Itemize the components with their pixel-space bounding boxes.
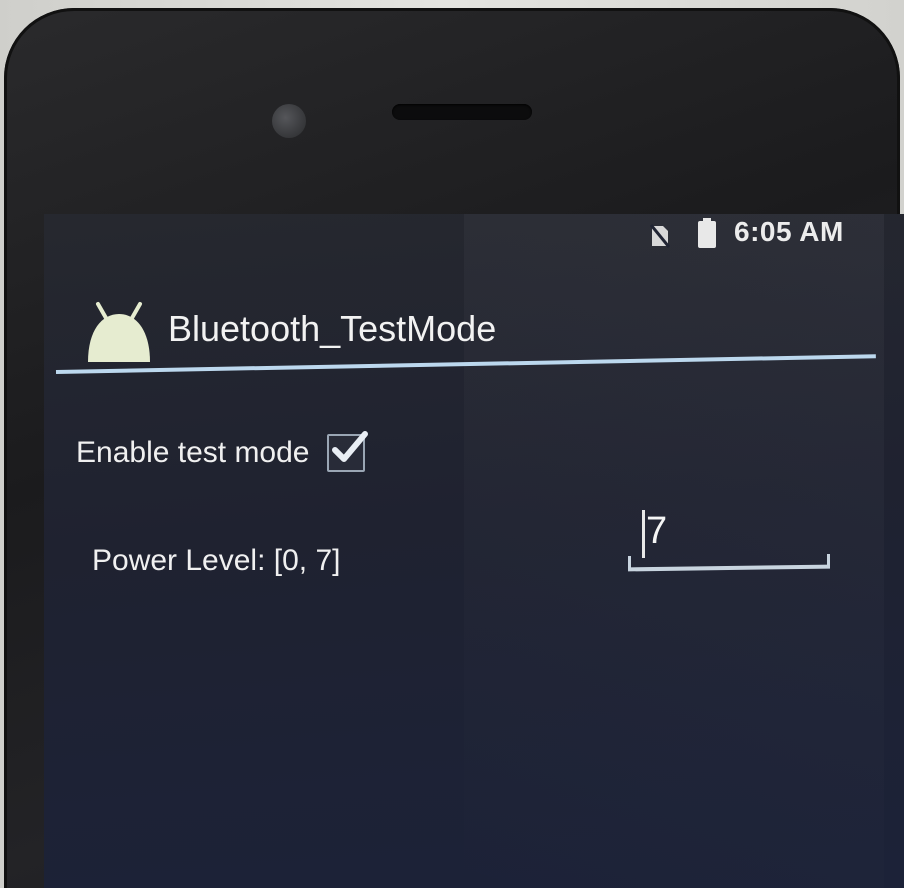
front-camera [272,104,306,138]
photo-stage: 6:05 AM Bluetooth_TestMode Enable test m… [0,0,904,888]
enable-test-mode-row[interactable]: Enable test mode [76,428,369,478]
checkmark-icon [332,431,369,462]
power-level-row: Power Level: [0, 7] [92,544,340,588]
no-sim-icon [649,224,671,248]
enable-test-mode-label: Enable test mode [76,436,310,469]
phone-screen: 6:05 AM Bluetooth_TestMode Enable test m… [44,214,904,888]
input-underline-left-tick [628,556,631,568]
enable-test-mode-checkbox[interactable] [327,431,369,472]
earpiece-speaker [392,104,532,120]
input-underline-right-tick [827,554,830,566]
status-time: 6:05 AM [734,216,844,247]
status-bar: 6:05 AM [44,214,904,258]
input-underline [627,564,831,572]
power-level-label: Power Level: [0, 7] [92,544,341,577]
app-title: Bluetooth_TestMode [168,308,497,349]
power-level-input[interactable]: 7 [627,506,831,576]
power-level-value: 7 [646,510,668,552]
text-cursor [642,510,645,558]
android-icon [84,300,154,366]
battery-icon [698,218,716,248]
